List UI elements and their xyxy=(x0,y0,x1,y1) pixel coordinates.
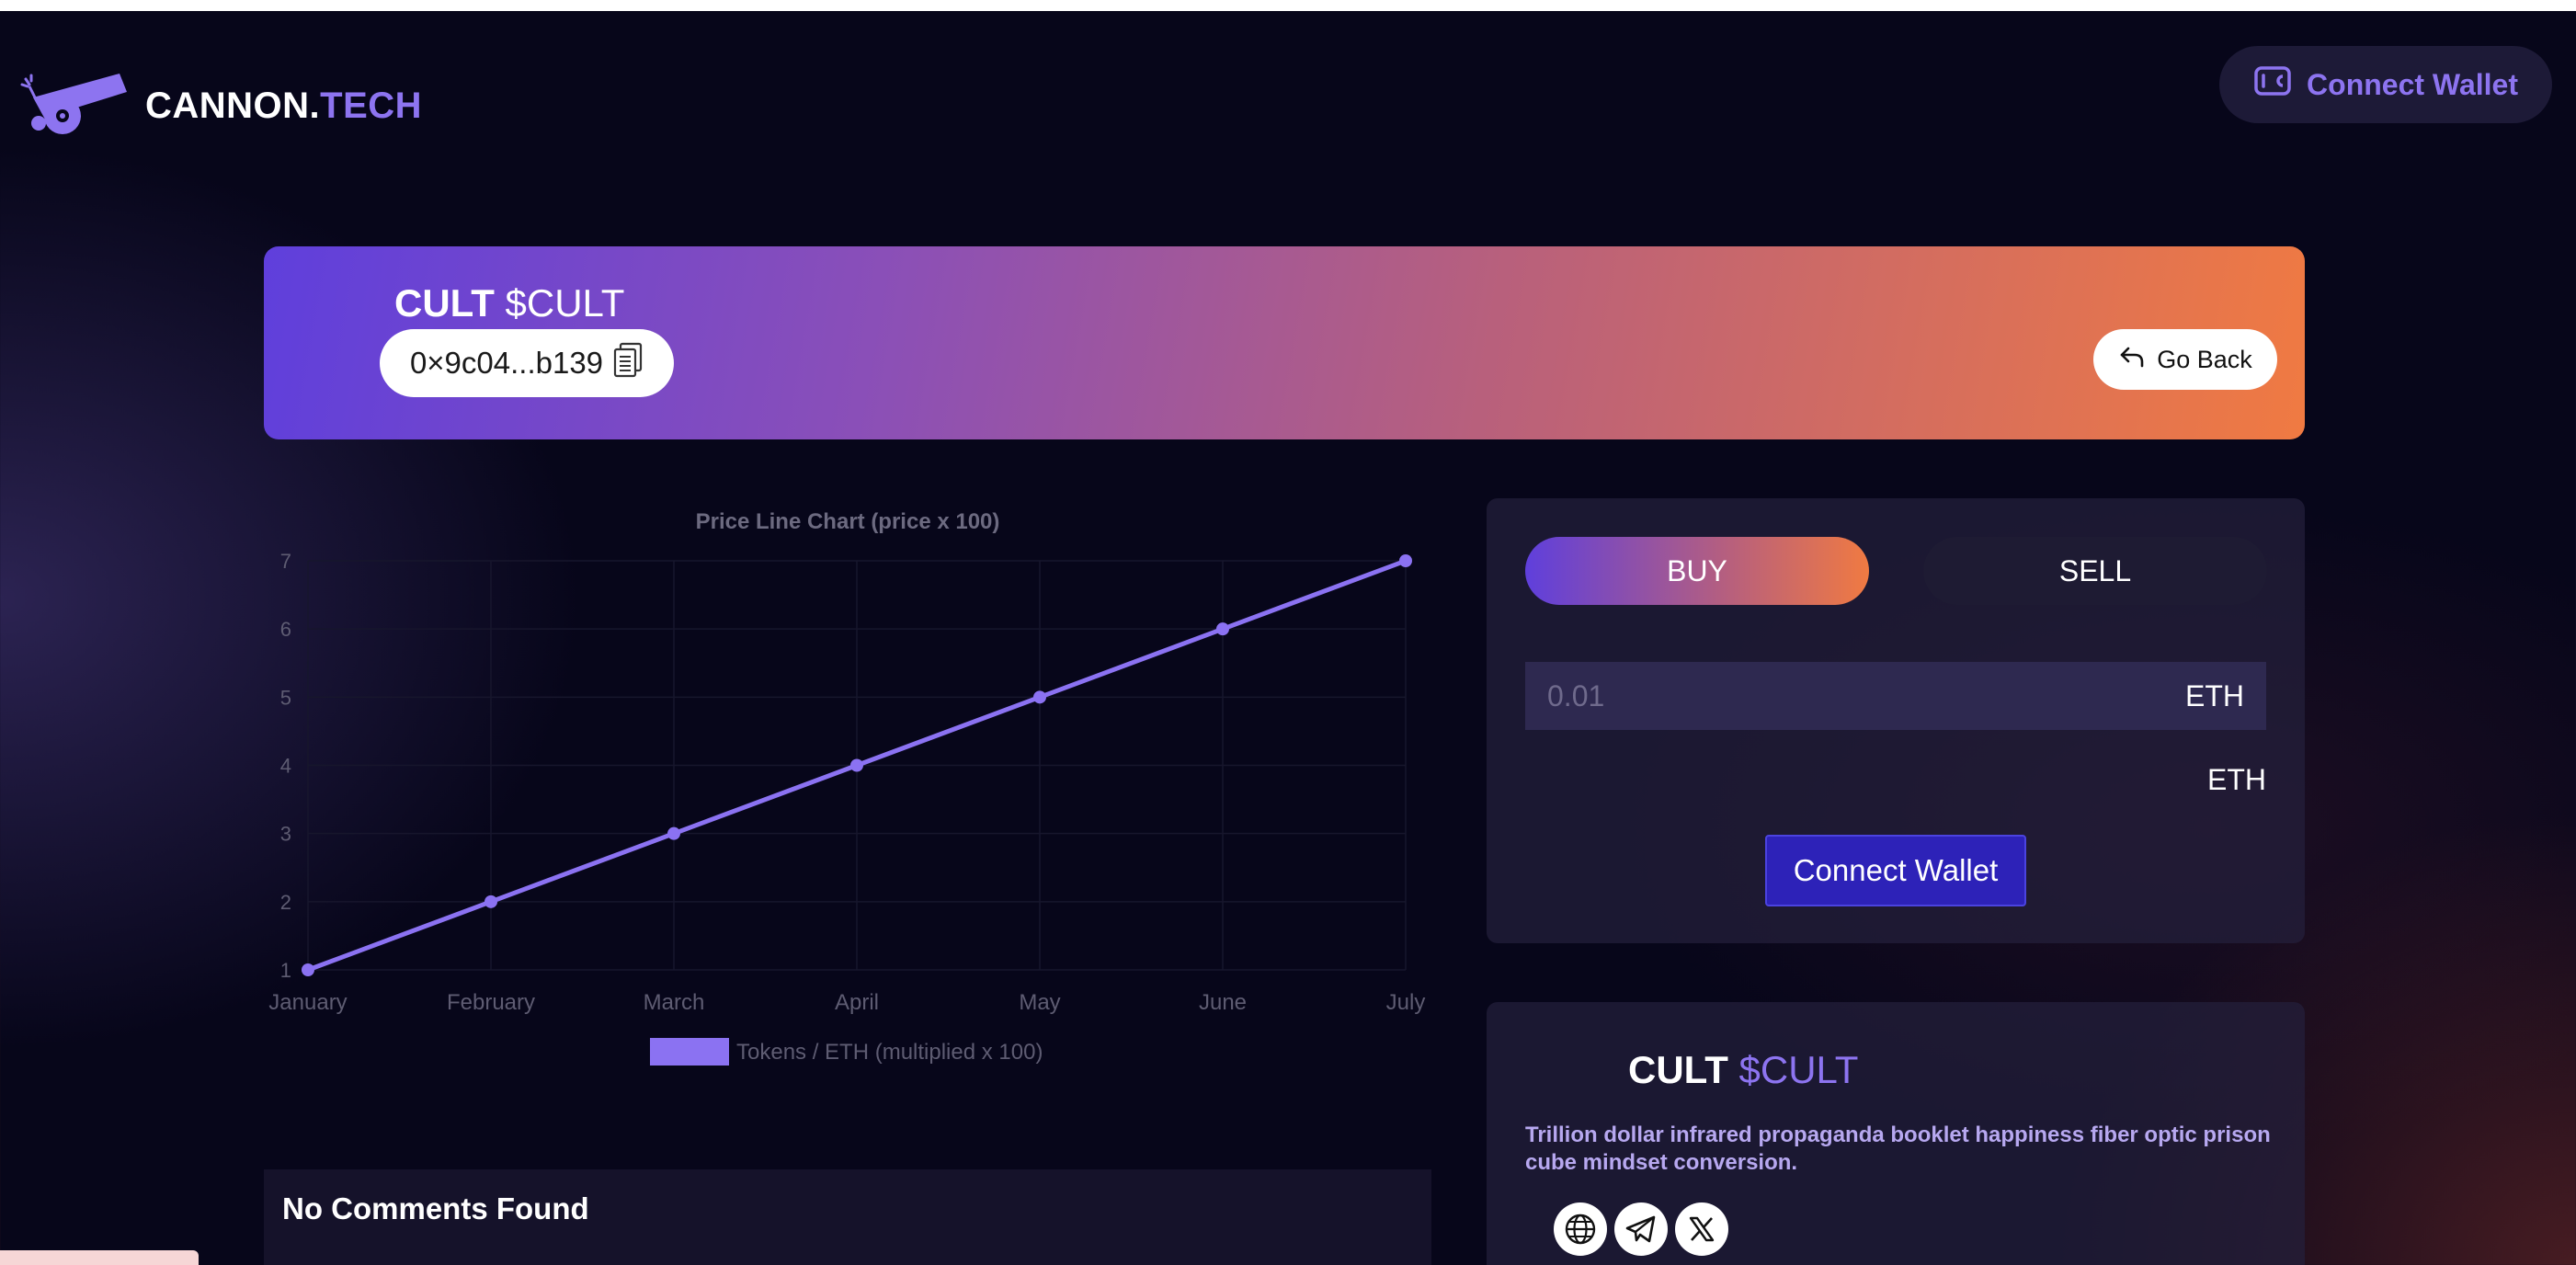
x-icon[interactable] xyxy=(1675,1202,1728,1256)
buy-tab-label: BUY xyxy=(1667,553,1727,587)
y-tick-label: 3 xyxy=(280,823,291,846)
connect-wallet-header-label: Connect Wallet xyxy=(2307,67,2518,101)
data-point xyxy=(1033,690,1046,704)
x-tick-label: February xyxy=(447,990,535,1015)
y-tick-label: 2 xyxy=(280,891,291,914)
price-chart: Price Line Chart (price x 100) 1 2 3 4 5 6 7 Ja… xyxy=(264,501,1431,1089)
sell-tab-label: SELL xyxy=(2058,553,2132,587)
receive-unit: ETH xyxy=(2207,763,2266,796)
contract-address-pill[interactable]: 0×9c04...b139 xyxy=(380,329,674,397)
logo[interactable]: CANNON.TECH xyxy=(17,70,422,142)
buy-tab[interactable]: BUY xyxy=(1525,537,1869,605)
globe-icon[interactable] xyxy=(1554,1202,1607,1256)
x-tick-label: January xyxy=(268,990,347,1015)
connect-wallet-header-button[interactable]: Connect Wallet xyxy=(2219,46,2552,123)
amount-input[interactable] xyxy=(1547,678,2099,713)
data-point xyxy=(484,895,497,908)
data-point xyxy=(667,826,680,840)
y-tick-label: 1 xyxy=(280,959,291,982)
top-strip xyxy=(0,0,2576,11)
token-banner: CULT $CULT 0×9c04...b139 Go Back xyxy=(264,246,2305,439)
undo-arrow-icon xyxy=(2118,345,2146,375)
token-info-panel: CULT $CULT Trillion dollar infrared prop… xyxy=(1487,1002,2305,1265)
data-point xyxy=(1399,554,1412,567)
cannon-icon xyxy=(17,70,129,142)
x-tick-label: March xyxy=(644,990,705,1015)
banner-token-name: CULT xyxy=(394,281,495,325)
y-tick-label: 5 xyxy=(280,686,291,709)
x-tick-label: April xyxy=(835,990,879,1015)
telegram-icon[interactable] xyxy=(1614,1202,1668,1256)
x-tick-label: May xyxy=(1019,990,1060,1015)
x-tick-label: June xyxy=(1199,990,1247,1015)
info-token-name: CULT xyxy=(1628,1048,1728,1091)
data-point xyxy=(850,758,863,772)
social-links xyxy=(1554,1202,1728,1256)
banner-token-title: CULT $CULT xyxy=(394,281,624,325)
go-back-button[interactable]: Go Back xyxy=(2093,329,2277,390)
info-token-title: CULT $CULT xyxy=(1628,1048,1858,1092)
comments-section: No Comments Found xyxy=(264,1169,1431,1265)
trade-panel: BUY SELL ETH ETH Connect Wallet xyxy=(1487,498,2305,943)
price-chart-svg: Price Line Chart (price x 100) 1 2 3 4 5 6 7 Ja… xyxy=(268,509,1426,1066)
chart-title: Price Line Chart (price x 100) xyxy=(696,509,1000,534)
y-tick-label: 6 xyxy=(280,618,291,641)
go-back-label: Go Back xyxy=(2157,345,2252,373)
no-comments-label: No Comments Found xyxy=(282,1191,589,1225)
legend-label: Tokens / ETH (multiplied x 100) xyxy=(736,1040,1043,1065)
info-token-symbol: $CULT xyxy=(1738,1048,1859,1091)
corner-toast xyxy=(0,1250,199,1265)
connect-wallet-trade-button[interactable]: Connect Wallet xyxy=(1765,835,2026,906)
logo-text-purple: TECH xyxy=(320,85,423,126)
sell-tab[interactable]: SELL xyxy=(1923,537,2267,605)
legend-swatch xyxy=(650,1038,729,1066)
data-point xyxy=(1216,622,1229,636)
token-description: Trillion dollar infrared propaganda book… xyxy=(1525,1123,2271,1175)
banner-token-symbol: $CULT xyxy=(505,281,625,325)
logo-text: CANNON.TECH xyxy=(145,85,422,127)
wallet-icon xyxy=(2253,63,2292,106)
logo-text-white: CANNON. xyxy=(145,85,321,126)
connect-wallet-trade-label: Connect Wallet xyxy=(1793,853,1999,887)
data-point xyxy=(302,963,314,976)
copy-icon[interactable] xyxy=(612,341,644,385)
amount-unit: ETH xyxy=(2185,678,2244,712)
y-tick-label: 4 xyxy=(280,755,291,778)
amount-field[interactable]: ETH xyxy=(1525,662,2266,730)
x-tick-label: July xyxy=(1386,990,1426,1015)
y-tick-label: 7 xyxy=(280,550,291,573)
contract-address: 0×9c04...b139 xyxy=(409,346,604,380)
